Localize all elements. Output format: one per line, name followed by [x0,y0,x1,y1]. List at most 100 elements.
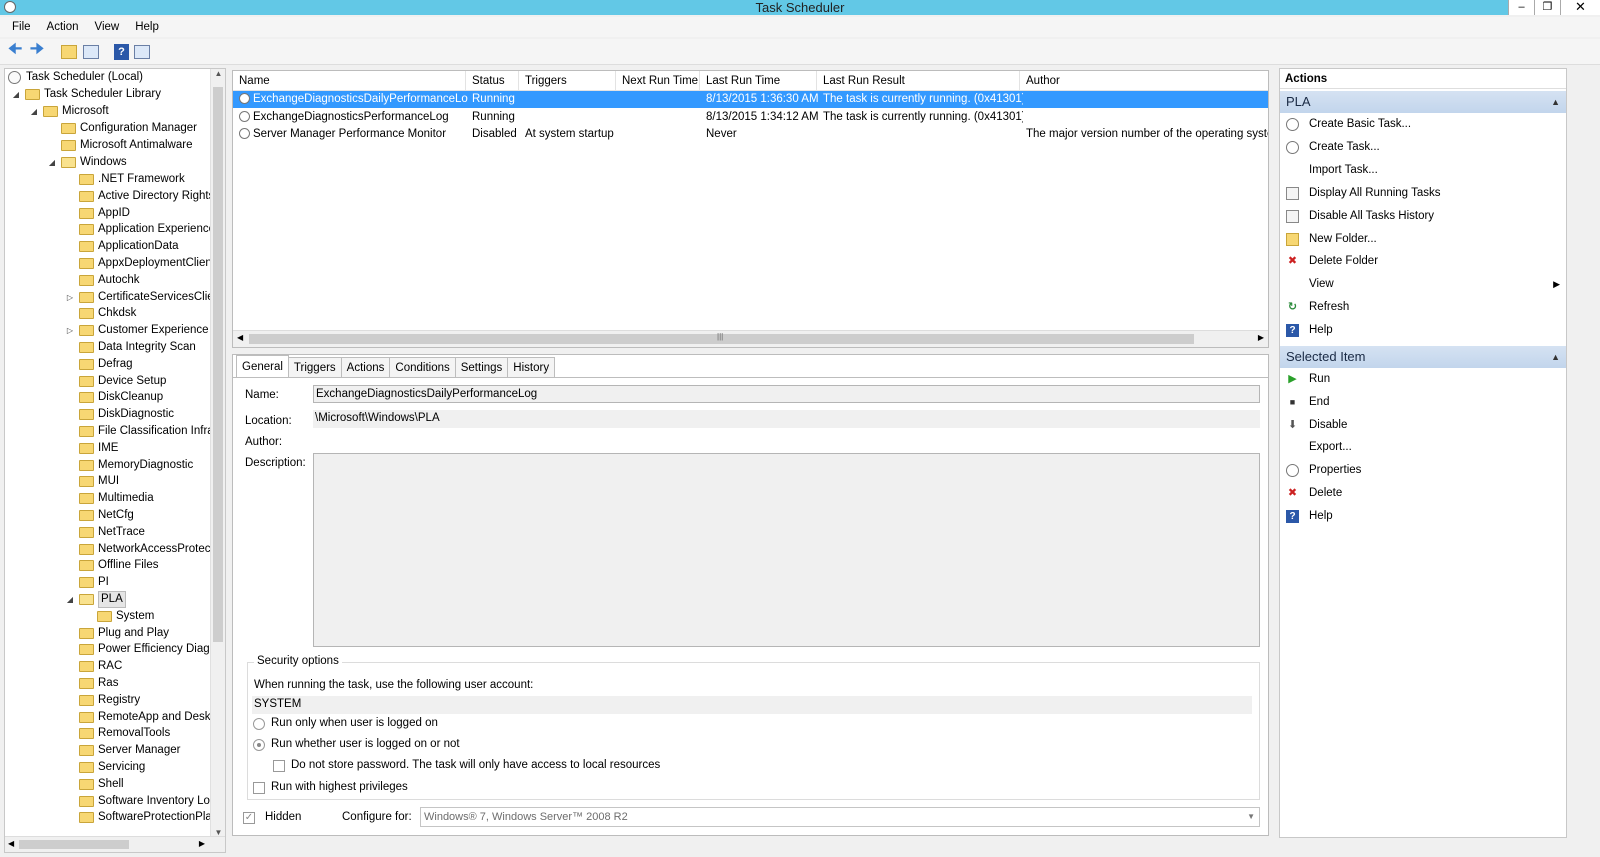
run-highest-privileges-checkbox[interactable] [253,782,265,794]
run-whether-logged-on-radio[interactable] [253,739,265,751]
section-pla-header[interactable]: PLA ▲ [1280,91,1566,113]
action-import-task[interactable]: Import Task... [1280,159,1566,181]
tab-triggers[interactable]: Triggers [287,357,342,378]
column-status[interactable]: Status [466,71,519,91]
menu-view[interactable]: View [87,21,128,33]
action-properties[interactable]: Properties [1280,459,1566,481]
tab-history[interactable]: History [507,357,556,378]
action-end[interactable]: ■ End [1280,391,1566,413]
action-new-folder[interactable]: New Folder... [1280,228,1566,250]
configure-for-select[interactable]: Windows® 7, Windows Server™ 2008 R2 ▼ [420,807,1260,827]
scroll-left-icon[interactable]: ◀ [8,839,14,848]
refresh-icon: ↻ [1287,301,1298,314]
navigation-tree[interactable]: Task Scheduler (Local) ◢ Task Scheduler … [4,68,226,853]
description-field[interactable] [313,453,1260,647]
run-only-logged-on-radio[interactable] [253,718,265,730]
task-cell-status: Running [472,93,515,105]
scroll-right-icon[interactable]: ▶ [1258,333,1264,342]
action-run[interactable]: ▶ Run [1280,368,1566,390]
column-last-run-time[interactable]: Last Run Time [700,71,817,91]
action-view[interactable]: View ▶ [1280,273,1566,295]
tree-horizontal-scrollbar[interactable]: ◀ ▶ [5,836,225,852]
hidden-checkbox[interactable]: ✓ [243,812,255,824]
task-row[interactable]: ExchangeDiagnosticsPerformanceLog Running… [233,109,1268,126]
task-row[interactable]: Server Manager Performance Monitor Disabl… [233,126,1268,143]
action-help[interactable]: ? Help [1280,505,1566,527]
folder-icon [79,207,94,219]
column-last-run-result[interactable]: Last Run Result [817,71,1020,91]
tab-settings[interactable]: Settings [454,357,509,378]
folder-icon [25,89,40,100]
column-author[interactable]: Author [1020,71,1268,91]
column-triggers[interactable]: Triggers [519,71,616,91]
location-label: Location: [245,415,292,427]
close-button[interactable]: ✕ [1560,0,1600,15]
scroll-right-icon[interactable]: ▶ [199,839,205,848]
section-selected-item-header[interactable]: Selected Item ▲ [1280,346,1566,368]
properties-icon [1286,464,1299,478]
action-export[interactable]: Export... [1280,436,1566,458]
minimize-button[interactable]: – [1508,0,1534,15]
name-field[interactable]: ExchangeDiagnosticsDailyPerformanceLog [313,385,1260,403]
action-delete[interactable]: ✖ Delete [1280,482,1566,504]
configure-for-value: Windows® 7, Windows Server™ 2008 R2 [424,811,628,823]
up-folder-icon[interactable] [60,43,78,61]
hidden-label[interactable]: Hidden [265,811,301,823]
scroll-left-icon[interactable]: ◀ [237,333,243,342]
tab-general[interactable]: General [236,355,289,377]
do-not-store-password-checkbox[interactable] [273,760,285,772]
task-list[interactable]: Name Status Triggers Next Run Time Last … [232,70,1269,348]
show-hide-tree-icon[interactable] [82,43,100,61]
action-create-basic-task[interactable]: Create Basic Task... [1280,113,1566,135]
run-only-logged-on-label[interactable]: Run only when user is logged on [271,717,438,729]
column-name[interactable]: Name [233,71,466,91]
action-display-all-running-tasks[interactable]: Display All Running Tasks [1280,182,1566,204]
column-next-run-time[interactable]: Next Run Time [616,71,700,91]
restore-button[interactable]: ❐ [1534,0,1560,15]
scroll-thumb[interactable] [19,840,129,849]
run-whether-logged-on-label[interactable]: Run whether user is logged on or not [271,738,460,750]
menu-file[interactable]: File [4,21,39,33]
folder-open-icon [61,157,76,168]
action-create-task[interactable]: Create Task... [1280,136,1566,158]
action-disable[interactable]: ⬇ Disable [1280,414,1566,436]
tab-conditions[interactable]: Conditions [389,357,456,378]
collapse-arrow-icon[interactable]: ◢ [11,86,21,103]
help-icon[interactable]: ? [114,43,129,60]
collapse-up-icon[interactable]: ▲ [1551,346,1560,368]
menu-action[interactable]: Action [39,21,87,33]
action-disable-all-tasks-history[interactable]: Disable All Tasks History [1280,205,1566,227]
collapse-arrow-icon[interactable]: ◢ [29,103,39,120]
scroll-up-icon[interactable]: ▲ [211,69,225,78]
task-list-horizontal-scrollbar[interactable]: ◀ ||| ▶ [233,330,1268,347]
task-row[interactable]: ExchangeDiagnosticsDailyPerformanceLog Ru… [233,91,1268,108]
task-cell-last-run-time: 8/13/2015 1:34:12 AM [706,110,819,123]
task-clock-icon [239,110,250,122]
scroll-thumb[interactable] [213,87,223,642]
menu-help[interactable]: Help [127,21,167,33]
expand-arrow-icon[interactable]: ▷ [65,289,75,306]
clock-icon [8,71,21,84]
user-account-field: SYSTEM [252,696,1252,714]
task-clock-icon [239,93,250,104]
collapse-up-icon[interactable]: ▲ [1551,91,1560,113]
back-arrow-icon[interactable]: 🠈 [6,41,24,61]
folder-icon [79,493,94,505]
scroll-grip-icon: ||| [717,332,724,341]
run-highest-privileges-label[interactable]: Run with highest privileges [271,781,408,793]
collapse-arrow-icon[interactable]: ◢ [65,591,75,608]
tab-actions[interactable]: Actions [340,357,391,378]
action-refresh[interactable]: ↻ Refresh [1280,296,1566,318]
forward-arrow-icon[interactable]: 🠊 [28,41,46,61]
tree-vertical-scrollbar[interactable]: ▲ ▼ [210,69,225,837]
folder-icon [79,644,94,656]
do-not-store-password-label[interactable]: Do not store password. The task will onl… [291,759,660,771]
expand-arrow-icon[interactable]: ▷ [65,322,75,339]
action-help[interactable]: ? Help [1280,319,1566,341]
collapse-arrow-icon[interactable]: ◢ [47,154,57,171]
show-hide-action-pane-icon[interactable] [133,43,151,61]
create-task-icon [1286,140,1299,154]
location-field[interactable]: \Microsoft\Windows\PLA [313,410,1260,428]
action-delete-folder[interactable]: ✖ Delete Folder [1280,250,1566,272]
folder-icon [79,308,94,320]
